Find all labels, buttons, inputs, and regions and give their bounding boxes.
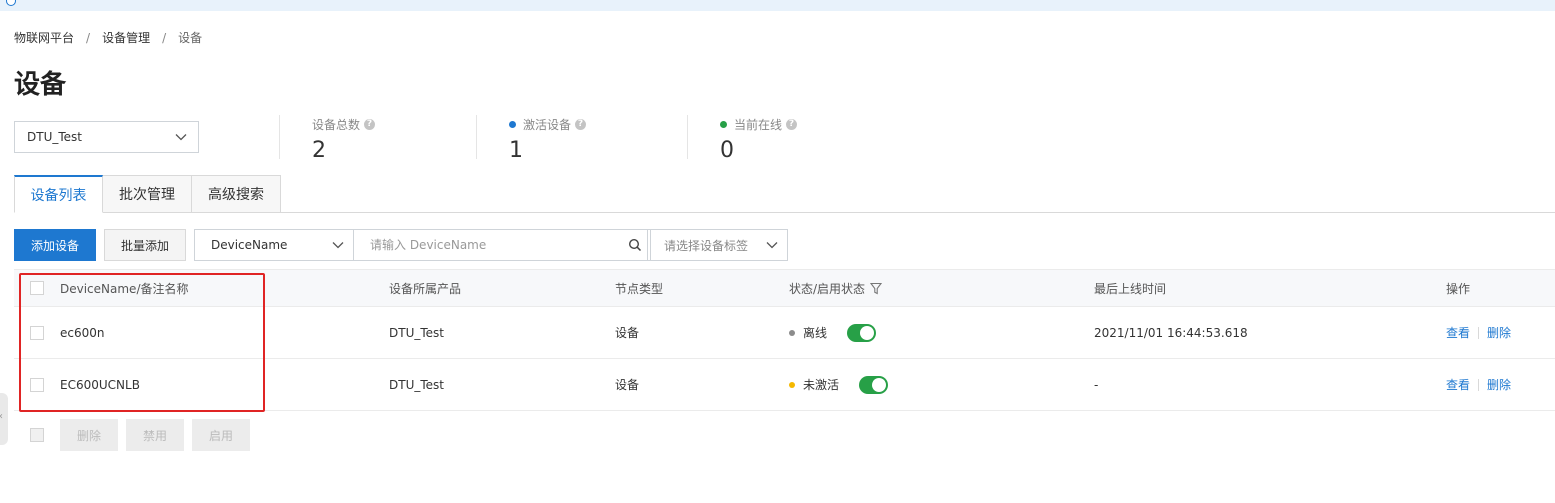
status-dot-icon (720, 121, 727, 128)
tab-device-list[interactable]: 设备列表 (14, 175, 103, 213)
bulk-disable-button[interactable]: 禁用 (126, 419, 184, 451)
view-link[interactable]: 查看 (1446, 376, 1470, 393)
stat-divider (279, 115, 280, 159)
column-header-last-online: 最后上线时间 (1094, 281, 1167, 296)
table-header: DeviceName/备注名称 设备所属产品 节点类型 状态/启用状态 最后上线… (14, 269, 1555, 307)
select-all-checkbox[interactable] (30, 281, 44, 295)
action-divider (1478, 378, 1480, 391)
delete-link[interactable]: 删除 (1487, 324, 1511, 341)
notice-bar (0, 0, 1555, 11)
bulk-select-checkbox[interactable] (30, 428, 44, 442)
help-icon[interactable]: ? (364, 119, 376, 130)
device-last-online: - (1094, 377, 1099, 392)
breadcrumb: 物联网平台 / 设备管理 / 设备 (14, 29, 202, 46)
search-box (353, 229, 651, 261)
device-table: DeviceName/备注名称 设备所属产品 节点类型 状态/启用状态 最后上线… (14, 269, 1555, 411)
stat-divider (687, 115, 688, 159)
row-checkbox[interactable] (30, 325, 44, 340)
device-node-type: 设备 (615, 378, 640, 392)
bulk-enable-button[interactable]: 启用 (192, 419, 250, 451)
search-field-select[interactable]: DeviceName (194, 229, 354, 261)
filter-icon[interactable] (870, 282, 883, 295)
stat-online-devices: 当前在线? 0 (720, 116, 798, 163)
enable-toggle[interactable] (859, 375, 889, 394)
sidebar-collapse-handle[interactable]: ‹ (0, 393, 8, 445)
breadcrumb-item-device-management[interactable]: 设备管理 (102, 29, 150, 46)
status-dot-icon (789, 329, 795, 336)
product-select[interactable]: DTU_Test (14, 121, 199, 153)
stat-label: 激活设备 (523, 118, 572, 132)
search-input[interactable] (370, 238, 610, 252)
chevron-left-icon: ‹ (0, 411, 3, 422)
info-icon (6, 0, 16, 6)
breadcrumb-item-current: 设备 (178, 31, 203, 45)
table-row: ec600n DTU_Test 设备 离线 2021/11/01 16:44:5… (14, 307, 1555, 359)
device-status-label: 未激活 (803, 378, 840, 392)
device-status: 离线 (789, 307, 877, 358)
column-header-name: DeviceName/备注名称 (60, 281, 189, 296)
column-header-actions: 操作 (1446, 281, 1471, 296)
status-dot-icon (509, 121, 516, 128)
chevron-down-icon (175, 134, 187, 141)
status-dot-icon (789, 381, 795, 388)
add-device-button[interactable]: 添加设备 (14, 229, 96, 261)
row-actions: 查看 删除 (1446, 307, 1511, 358)
search-field-value: DeviceName (211, 238, 288, 252)
page-title: 设备 (14, 70, 67, 100)
chevron-down-icon (332, 242, 344, 249)
device-tag-placeholder: 请选择设备标签 (664, 238, 749, 253)
breadcrumb-separator: / (86, 30, 91, 45)
tab-advanced-search[interactable]: 高级搜索 (192, 175, 281, 213)
device-product: DTU_Test (389, 377, 444, 392)
device-status-label: 离线 (803, 326, 828, 340)
column-header-status-label: 状态/启用状态 (789, 281, 866, 296)
column-header-product: 设备所属产品 (389, 281, 462, 296)
select-all-checkbox-cell (30, 270, 44, 306)
tab-batch-management[interactable]: 批次管理 (103, 175, 192, 213)
table-row: EC600UCNLB DTU_Test 设备 未激活 - 查看 删除 (14, 359, 1555, 411)
delete-link[interactable]: 删除 (1487, 376, 1511, 393)
stat-divider (476, 115, 477, 159)
breadcrumb-item-platform[interactable]: 物联网平台 (14, 29, 74, 46)
device-last-online: 2021/11/01 16:44:53.618 (1094, 325, 1248, 340)
chevron-down-icon (766, 242, 778, 249)
row-checkbox[interactable] (30, 377, 44, 392)
device-product: DTU_Test (389, 325, 444, 340)
stat-value: 1 (509, 138, 523, 163)
device-tag-select[interactable]: 请选择设备标签 (647, 229, 788, 261)
stat-label: 当前在线 (734, 118, 783, 132)
stat-label: 设备总数 (312, 118, 361, 132)
stat-activated-devices: 激活设备? 1 (509, 116, 587, 163)
stat-value: 2 (312, 138, 326, 163)
row-actions: 查看 删除 (1446, 359, 1511, 410)
stat-value: 0 (720, 138, 734, 163)
device-name: EC600UCNLB (60, 377, 140, 392)
help-icon[interactable]: ? (786, 119, 798, 130)
device-node-type: 设备 (615, 326, 640, 340)
device-status: 未激活 (789, 359, 889, 410)
bulk-delete-button[interactable]: 删除 (60, 419, 118, 451)
column-header-node-type: 节点类型 (615, 281, 664, 296)
device-name: ec600n (60, 325, 105, 340)
batch-add-button[interactable]: 批量添加 (104, 229, 186, 261)
breadcrumb-separator: / (162, 30, 167, 45)
action-divider (1478, 326, 1480, 339)
help-icon[interactable]: ? (575, 119, 587, 130)
enable-toggle[interactable] (847, 323, 877, 342)
search-icon[interactable] (628, 238, 642, 252)
tab-bar: 设备列表 批次管理 高级搜索 (14, 175, 281, 213)
column-header-status: 状态/启用状态 (789, 270, 883, 306)
product-select-value: DTU_Test (27, 130, 82, 144)
stat-total-devices: 设备总数? 2 (312, 116, 376, 163)
view-link[interactable]: 查看 (1446, 324, 1470, 341)
